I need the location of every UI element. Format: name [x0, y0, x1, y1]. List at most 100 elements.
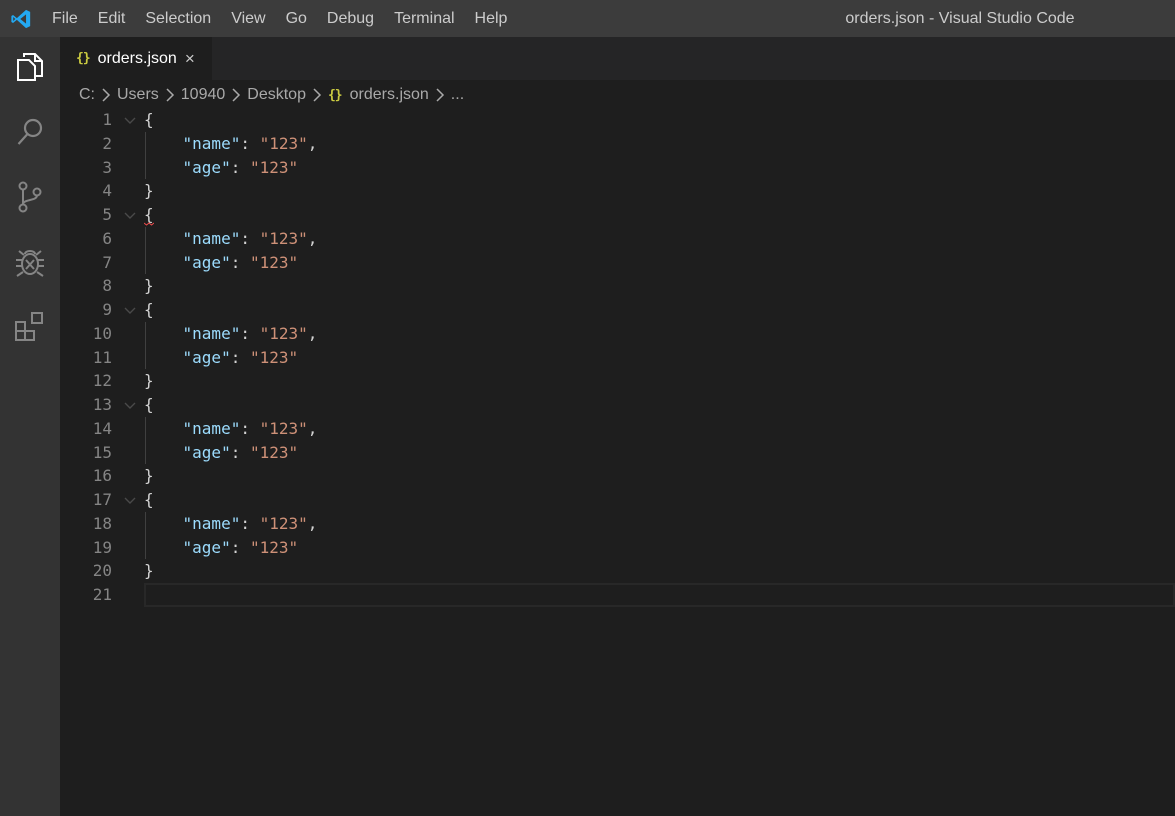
- breadcrumb-users[interactable]: Users: [117, 86, 159, 104]
- json-key: "name": [182, 418, 241, 438]
- code-line[interactable]: 7 "age": "123": [60, 251, 1175, 275]
- code-line[interactable]: 8}: [60, 274, 1175, 298]
- json-punctuation: {: [144, 110, 154, 129]
- line-number: 5: [102, 205, 112, 224]
- breadcrumb-desktop[interactable]: Desktop: [247, 86, 306, 104]
- code-line[interactable]: 13 {: [60, 393, 1175, 417]
- chevron-down-icon[interactable]: [122, 492, 138, 508]
- breadcrumb-file[interactable]: orders.json: [350, 86, 429, 104]
- menu-view[interactable]: View: [221, 0, 275, 37]
- chevron-down-icon[interactable]: [122, 397, 138, 413]
- code-line[interactable]: 9{: [60, 298, 1175, 322]
- debug-icon[interactable]: [0, 232, 60, 292]
- json-file-icon: {}: [76, 51, 91, 66]
- json-punctuation: :: [240, 323, 260, 343]
- json-punctuation: :: [240, 513, 260, 533]
- close-icon[interactable]: ×: [185, 50, 195, 67]
- json-string: "123": [259, 418, 308, 438]
- code-text: }: [144, 179, 154, 203]
- code-line[interactable]: 20}: [60, 559, 1175, 583]
- json-string: "123": [259, 228, 308, 248]
- code-text: {: [144, 298, 154, 322]
- menu-go[interactable]: Go: [276, 0, 317, 37]
- line-number: 15: [92, 442, 112, 462]
- line-number: 17: [92, 490, 112, 509]
- code-editor[interactable]: 1{2 "name": "123", 3 "age": "123" 4} 5{6 "n…: [60, 108, 1175, 816]
- code-line[interactable]: 4}: [60, 179, 1175, 203]
- json-key: "age": [182, 347, 231, 367]
- code-line[interactable]: 16}: [60, 464, 1175, 488]
- code-text: }: [144, 274, 154, 298]
- breadcrumb-symbols[interactable]: ...: [451, 86, 464, 104]
- code-line[interactable]: 10 "name": "123",: [60, 322, 1175, 346]
- code-text: "age": "123": [144, 536, 299, 560]
- json-punctuation: }: [144, 466, 154, 486]
- source-control-icon[interactable]: [0, 167, 60, 227]
- code-line[interactable]: 18 "name": "123",: [60, 512, 1175, 536]
- chevron-down-icon[interactable]: [122, 112, 138, 128]
- code-text: "age": "123": [144, 251, 299, 275]
- json-punctuation: {: [144, 395, 154, 414]
- breadcrumb: C: Users 10940 Desktop {} orders.json ..…: [60, 80, 1175, 110]
- code-line[interactable]: 3 "age": "123": [60, 156, 1175, 180]
- code-text: }: [144, 464, 154, 488]
- menu-help[interactable]: Help: [465, 0, 518, 37]
- code-line[interactable]: 12}: [60, 369, 1175, 393]
- line-number: 8: [102, 276, 112, 296]
- json-punctuation: :: [240, 418, 260, 438]
- breadcrumb-user-folder[interactable]: 10940: [181, 86, 226, 104]
- chevron-down-icon[interactable]: [122, 207, 138, 223]
- json-punctuation: :: [230, 157, 250, 177]
- line-number: 16: [92, 466, 112, 486]
- window-title: orders.json - Visual Studio Code: [845, 10, 1075, 27]
- json-punctuation: ,: [307, 323, 318, 343]
- code-line[interactable]: 11 "age": "123": [60, 346, 1175, 370]
- json-punctuation: {: [144, 300, 154, 319]
- line-number: 7: [102, 252, 112, 272]
- code-line[interactable]: 19 "age": "123": [60, 536, 1175, 560]
- json-string: "123": [259, 323, 308, 343]
- search-icon[interactable]: [0, 102, 60, 162]
- menu-file[interactable]: File: [42, 0, 88, 37]
- code-line[interactable]: 14 "name": "123",: [60, 417, 1175, 441]
- json-punctuation: :: [240, 228, 260, 248]
- line-number: 4: [102, 181, 112, 201]
- tab-label: orders.json: [97, 49, 177, 67]
- json-punctuation: ,: [307, 418, 318, 438]
- code-line[interactable]: 5{: [60, 203, 1175, 227]
- line-number: 6: [102, 228, 112, 248]
- json-string: "123": [249, 252, 299, 272]
- line-number: 11: [92, 347, 112, 367]
- json-string: "123": [259, 513, 308, 533]
- json-punctuation: [144, 348, 183, 367]
- json-punctuation: [144, 514, 183, 533]
- code-line[interactable]: 17 {: [60, 488, 1175, 512]
- code-line[interactable]: 2 "name": "123",: [60, 132, 1175, 156]
- code-line[interactable]: 21: [60, 583, 1175, 607]
- explorer-icon[interactable]: [0, 37, 60, 97]
- json-punctuation: [144, 253, 183, 272]
- chevron-down-icon[interactable]: [122, 302, 138, 318]
- json-string: "123": [249, 347, 299, 367]
- json-punctuation: :: [230, 252, 250, 272]
- menu-debug[interactable]: Debug: [317, 0, 384, 37]
- json-punctuation: :: [240, 133, 260, 153]
- code-line[interactable]: 6 "name": "123",: [60, 227, 1175, 251]
- menu-terminal[interactable]: Terminal: [384, 0, 464, 37]
- line-number: 12: [92, 371, 112, 391]
- menu-selection[interactable]: Selection: [135, 0, 221, 37]
- code-text: {: [144, 108, 154, 132]
- chevron-right-icon: [436, 88, 444, 102]
- code-text: }: [144, 559, 154, 583]
- breadcrumb-drive[interactable]: C:: [79, 86, 95, 104]
- menu-edit[interactable]: Edit: [88, 0, 136, 37]
- json-string: "123": [249, 537, 299, 557]
- code-text: "name": "123",: [144, 132, 318, 156]
- code-line[interactable]: 15 "age": "123": [60, 441, 1175, 465]
- code-line[interactable]: 1{: [60, 108, 1175, 132]
- extensions-icon[interactable]: [0, 297, 60, 357]
- code-text: "age": "123": [144, 346, 299, 370]
- tab-orders-json[interactable]: {} orders.json ×: [60, 37, 212, 80]
- json-string: "123": [259, 133, 308, 153]
- code-text: "age": "123": [144, 441, 299, 465]
